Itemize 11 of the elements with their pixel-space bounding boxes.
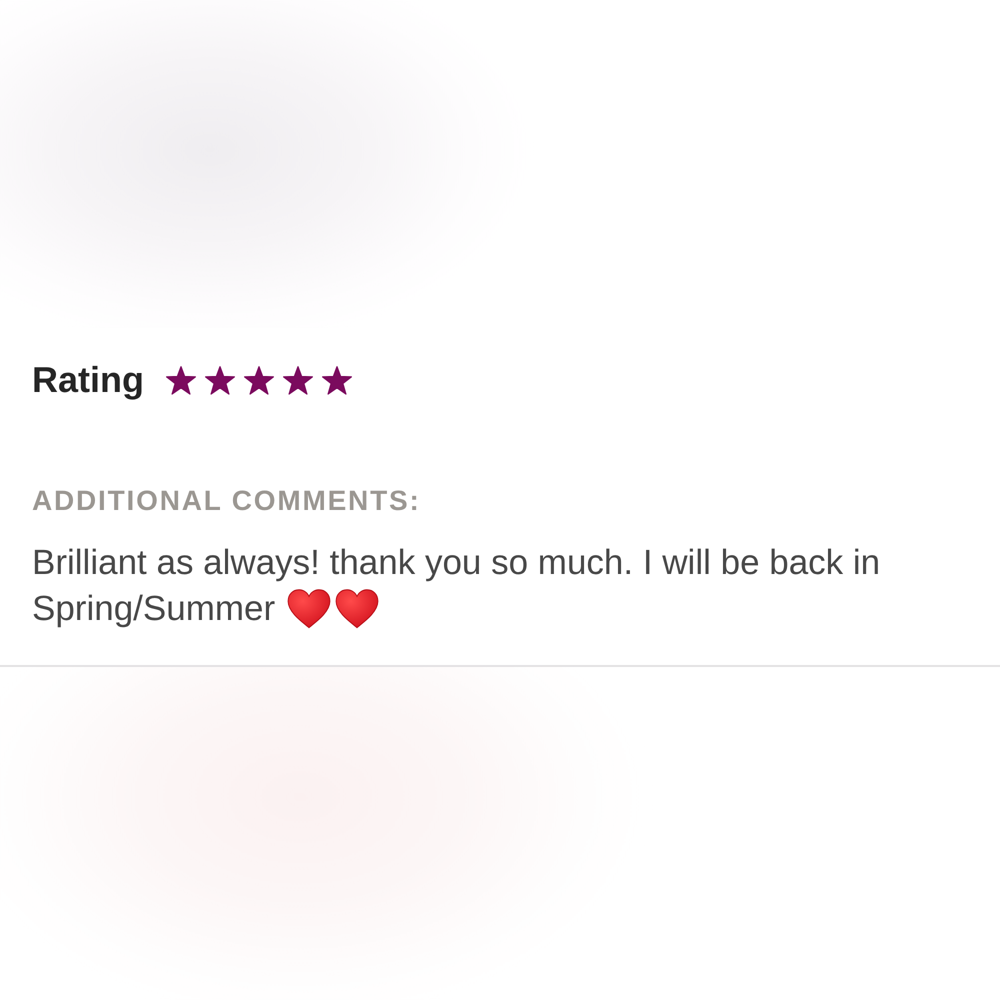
heart-icon [287,589,332,629]
comment-text: Spring/Summer [32,588,276,630]
star-icon [283,366,313,394]
rating-label: Rating [32,358,144,402]
comment-text: Brilliant as always! thank you so much. I will be back in [32,542,880,584]
heart-icon [335,589,380,629]
star-icon [205,366,235,394]
comments-heading: ADDITIONAL COMMENTS: [32,486,421,516]
star-icon [166,366,196,394]
star-icon [322,366,352,394]
star-icon [244,366,274,394]
